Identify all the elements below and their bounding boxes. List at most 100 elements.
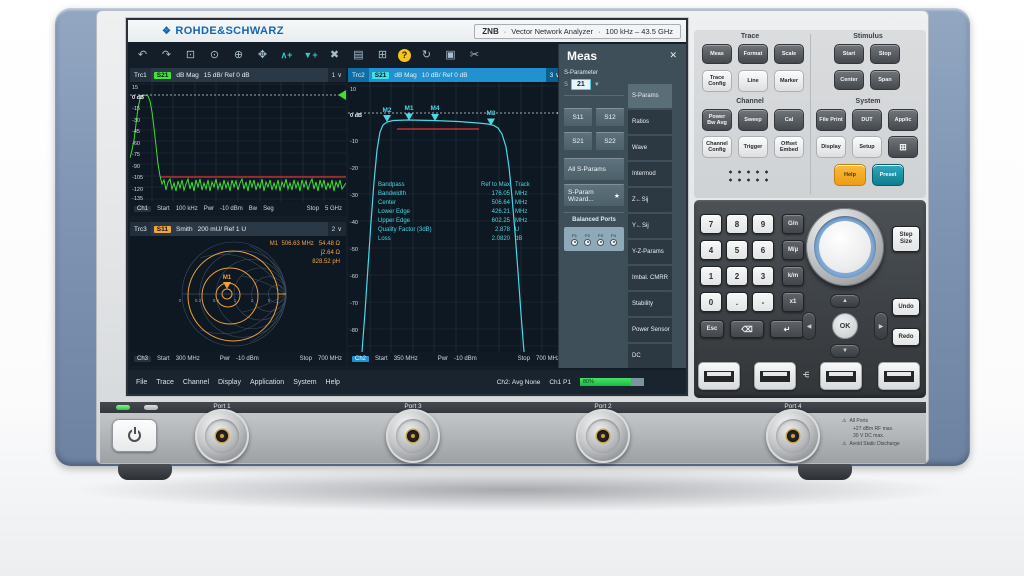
display-icon[interactable]: ▣: [442, 47, 459, 64]
help-icon[interactable]: ?: [398, 49, 411, 62]
start-key[interactable]: Start: [834, 44, 864, 64]
all-s-params-button[interactable]: All S-Params: [564, 158, 624, 180]
key-3[interactable]: 3: [752, 266, 774, 286]
key-0[interactable]: 0: [700, 292, 722, 312]
trace2-header[interactable]: Trc2 S21 dB Mag 10 dB/ Ref 0 dB 3 ∨: [348, 68, 564, 82]
window1-selector[interactable]: 1 ∨: [328, 68, 346, 82]
esc-key[interactable]: Esc: [700, 320, 724, 338]
key-giga-nano[interactable]: G/n: [782, 214, 804, 234]
tab-power-sensor[interactable]: Power Sensor: [628, 318, 672, 342]
trace1-header[interactable]: Trc1 S21 dB Mag 15 dB/ Ref 0 dB 1 ∨: [130, 68, 346, 82]
print-icon[interactable]: ▤: [350, 47, 367, 64]
channel-config-key[interactable]: Channel Config: [702, 136, 732, 158]
delete-icon[interactable]: ✖: [326, 47, 343, 64]
menu-display[interactable]: Display: [218, 379, 241, 386]
key-1[interactable]: 1: [700, 266, 722, 286]
channel3-badge[interactable]: Ch3: [134, 356, 151, 362]
s-param-wizard-button[interactable]: S-Param Wizard... ★: [564, 184, 624, 206]
key-x1[interactable]: x1: [782, 292, 804, 312]
key-decimal[interactable]: .: [726, 292, 748, 312]
dut-key[interactable]: DUT: [852, 109, 882, 131]
tab-intermod[interactable]: Intermod: [628, 162, 672, 186]
offset-embed-key[interactable]: Offset Embed: [774, 136, 804, 158]
menu-channel[interactable]: Channel: [183, 379, 209, 386]
menu-file[interactable]: File: [136, 379, 147, 386]
add-marker-icon[interactable]: ▼+: [302, 47, 319, 64]
menu-system[interactable]: System: [293, 379, 316, 386]
s22-button[interactable]: S22: [596, 132, 624, 150]
windows-key[interactable]: ⊞: [888, 136, 918, 158]
nav-left-key[interactable]: ◀: [802, 312, 816, 340]
channel2-badge[interactable]: Ch2: [352, 356, 369, 362]
windows-icon[interactable]: ⊞: [374, 47, 391, 64]
enter-key[interactable]: ↵: [770, 320, 804, 338]
ok-key[interactable]: OK: [832, 313, 858, 339]
key-mega-micro[interactable]: M/µ: [782, 240, 804, 260]
close-icon[interactable]: ✕: [669, 50, 677, 61]
channel1-badge[interactable]: Ch1: [134, 206, 151, 212]
display-key[interactable]: Display: [816, 136, 846, 158]
key-5[interactable]: 5: [726, 240, 748, 260]
trigger-key[interactable]: Trigger: [738, 136, 768, 158]
key-8[interactable]: 8: [726, 214, 748, 234]
tab-z-sij[interactable]: Z←Sij: [628, 188, 672, 212]
tab-s-params[interactable]: S-Params: [628, 84, 672, 108]
preset-key[interactable]: Preset: [872, 164, 904, 186]
chart1-trc1-db-mag[interactable]: 15 0 dB -15 -30 -45 -60 -75 -90 -105 -12…: [130, 82, 346, 202]
key-kilo-milli[interactable]: k/m: [782, 266, 804, 286]
sweep-key[interactable]: Sweep: [738, 109, 768, 131]
add-trace-icon[interactable]: ∧+: [278, 47, 295, 64]
refresh-icon[interactable]: ↻: [418, 47, 435, 64]
power-button[interactable]: [112, 419, 157, 452]
nav-up-key[interactable]: ▲: [830, 294, 860, 308]
power-bw-avg-key[interactable]: Power Bw Avg: [702, 109, 732, 131]
key-9[interactable]: 9: [752, 214, 774, 234]
tab-ratios[interactable]: Ratios: [628, 110, 672, 134]
chart2-trc2-db-mag[interactable]: M2 M1 M4 M3 10 0 dB -10 -20 -30 -40 -50 …: [348, 82, 564, 352]
redo-icon[interactable]: ↷: [158, 47, 175, 64]
file-print-key[interactable]: File Print: [816, 109, 846, 131]
balanced-ports-diagram[interactable]: P1 P2 P3 P4: [564, 227, 624, 251]
center-key[interactable]: Center: [834, 70, 864, 90]
key-4[interactable]: 4: [700, 240, 722, 260]
tab-y-sij[interactable]: Y←Sij: [628, 214, 672, 238]
zoom-select-icon[interactable]: ⊡: [182, 47, 199, 64]
zoom-in-icon[interactable]: ⊕: [230, 47, 247, 64]
window2-selector[interactable]: 2 ∨: [328, 222, 346, 236]
s21-button[interactable]: S21: [564, 132, 592, 150]
line-key[interactable]: Line: [738, 70, 768, 92]
trace-config-key[interactable]: Trace Config: [702, 70, 732, 92]
setup-key[interactable]: Setup: [852, 136, 882, 158]
tab-imbal-cmrr[interactable]: Imbal. CMRR: [628, 266, 672, 290]
format-key[interactable]: Format: [738, 44, 768, 64]
zoom-reset-icon[interactable]: ⊙: [206, 47, 223, 64]
s11-button[interactable]: S11: [564, 108, 592, 126]
help-key[interactable]: Help: [834, 164, 866, 186]
meas-key[interactable]: Meas: [702, 44, 732, 64]
span-key[interactable]: Span: [870, 70, 900, 90]
step-size-key[interactable]: Step Size: [892, 226, 920, 252]
scale-key[interactable]: Scale: [774, 44, 804, 64]
nav-right-key[interactable]: ▶: [874, 312, 888, 340]
menu-help[interactable]: Help: [326, 379, 340, 386]
key-7[interactable]: 7: [700, 214, 722, 234]
undo-key[interactable]: Undo: [892, 298, 920, 316]
tab-wave[interactable]: Wave: [628, 136, 672, 160]
trace3-header[interactable]: Trc3 S11 Smith 200 mU/ Ref 1 U 2 ∨: [130, 222, 346, 236]
tab-yz-params[interactable]: Y-Z-Params: [628, 240, 672, 264]
marker-key[interactable]: Marker: [774, 70, 804, 92]
menu-application[interactable]: Application: [250, 379, 284, 386]
maximize-icon[interactable]: ✥: [254, 47, 271, 64]
touch-tools-icon[interactable]: ✂: [466, 47, 483, 64]
stop-key[interactable]: Stop: [870, 44, 900, 64]
s-parameter-dropdown[interactable]: S 21 ▼: [564, 79, 624, 90]
tab-stability[interactable]: Stability: [628, 292, 672, 316]
nav-down-key[interactable]: ▼: [830, 344, 860, 358]
s12-button[interactable]: S12: [596, 108, 624, 126]
key-6[interactable]: 6: [752, 240, 774, 260]
chart-smith-trc3[interactable]: M1 0 0.2 0.5 1 2 5 M1 506.63 MHz 54.48 Ω…: [130, 236, 346, 352]
tab-dc[interactable]: DC: [628, 344, 672, 368]
cal-key[interactable]: Cal: [774, 109, 804, 131]
applic-key[interactable]: Applic: [888, 109, 918, 131]
redo-key[interactable]: Redo: [892, 328, 920, 346]
